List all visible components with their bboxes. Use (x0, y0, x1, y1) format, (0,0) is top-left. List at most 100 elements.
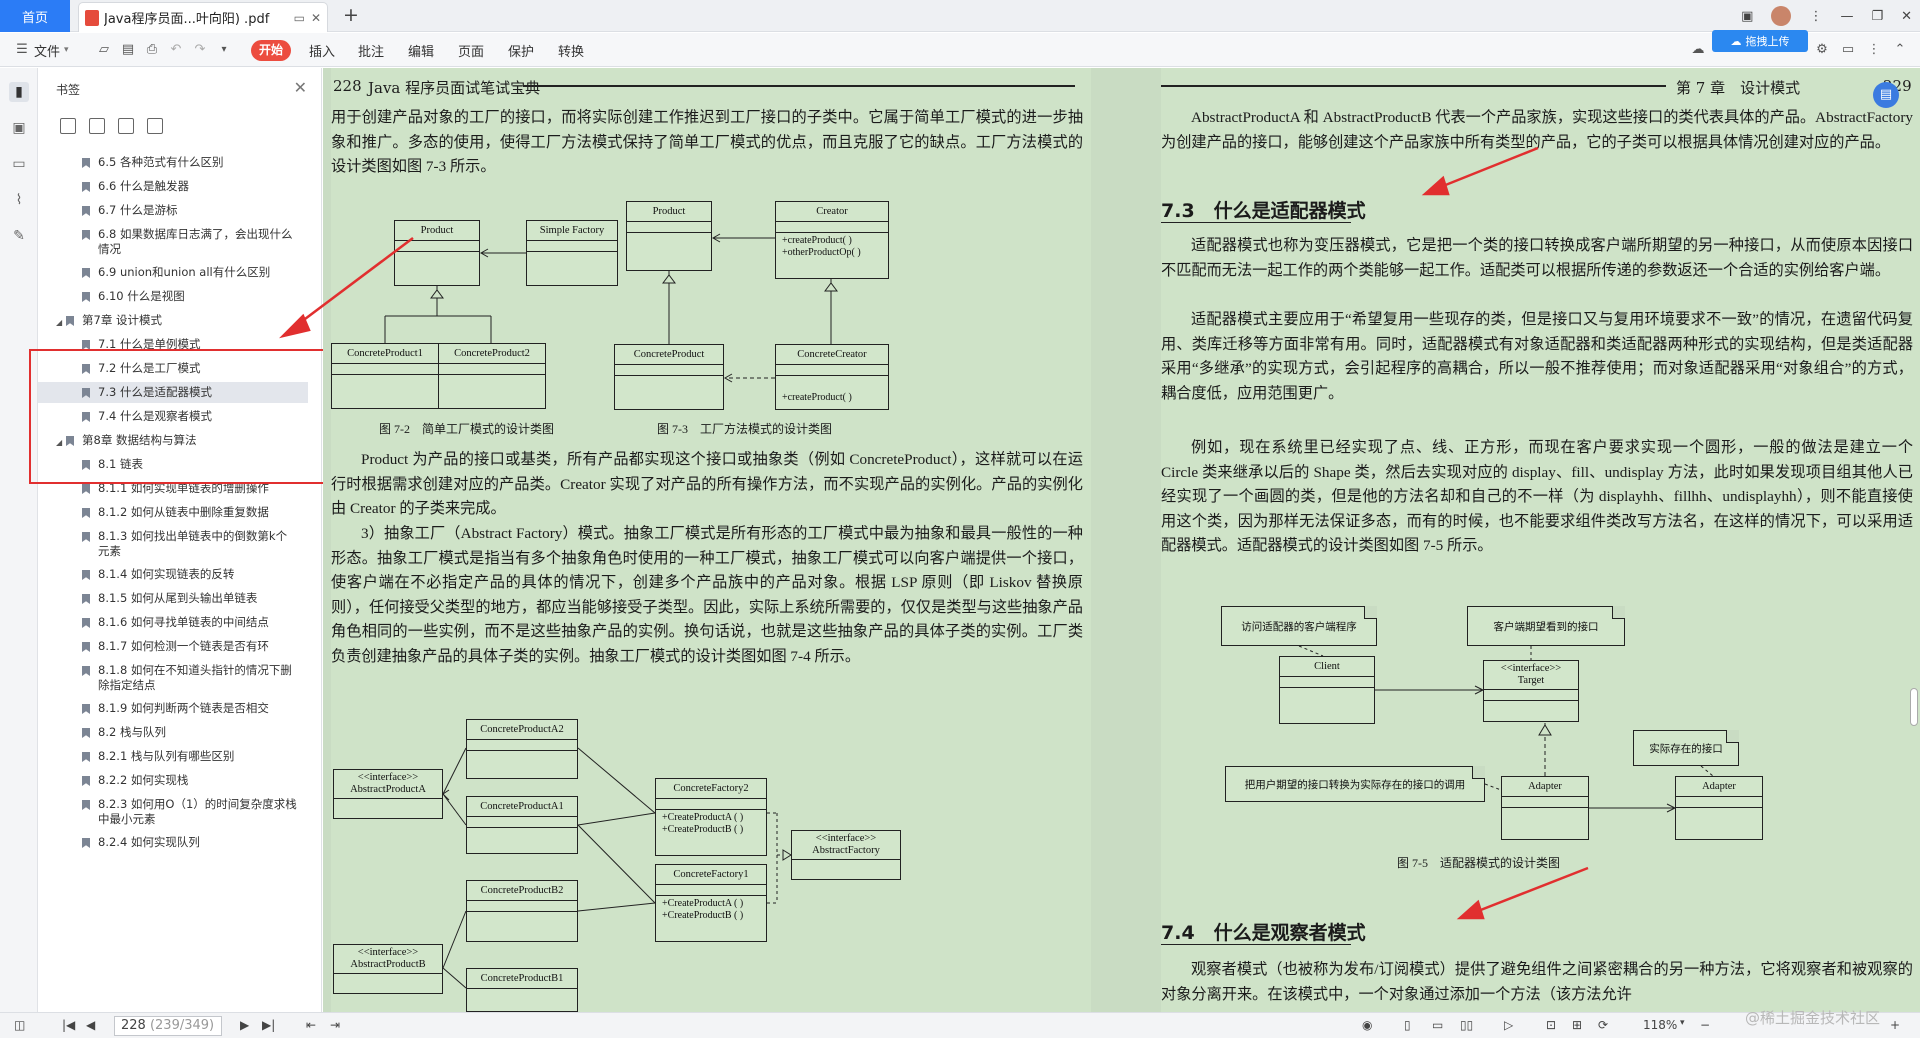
tab-annotate[interactable]: 批注 (358, 33, 384, 67)
undo-icon[interactable]: ↶ (168, 42, 184, 58)
bookmark-item[interactable]: 8.1.6 如何寻找单链表的中间结点 (38, 612, 308, 633)
tab-insert[interactable]: 插入 (309, 33, 335, 67)
print-icon[interactable]: ⎙ (144, 42, 160, 58)
floating-tool-icon[interactable]: ▤ (1873, 82, 1899, 108)
tab-convert[interactable]: 转换 (558, 33, 584, 67)
zoom-level[interactable]: 118% (1643, 1018, 1677, 1032)
zoom-out-icon[interactable]: − (1700, 1018, 1710, 1032)
bookmark-item[interactable]: 8.1.2 如何从链表中删除重复数据 (38, 502, 308, 523)
back-icon[interactable]: ⇤ (306, 1018, 316, 1032)
eye-icon[interactable]: ◉ (1362, 1018, 1372, 1032)
new-tab-button[interactable]: + (338, 3, 364, 29)
comment-icon[interactable]: ▭ (9, 154, 29, 174)
panel-close-icon[interactable]: ✕ (294, 78, 307, 97)
tab-bar: 首页 Java程序员面...叶向阳) .pdf ▭ ✕ + ▣ ⋮ — ❐ ✕ (0, 0, 1920, 32)
bookmark-item[interactable]: 8.2.4 如何实现队列 (38, 832, 308, 853)
comment-icon[interactable]: ▭ (1840, 42, 1856, 58)
single-page-icon[interactable]: ▯ (1404, 1018, 1411, 1032)
bookmark-flag-icon (82, 666, 90, 676)
bookmark-label: 8.1.2 如何从链表中删除重复数据 (98, 505, 269, 519)
continuous-icon[interactable]: ▭ (1432, 1018, 1443, 1032)
customize-icon[interactable]: ▾ (216, 42, 232, 58)
bookmark-item[interactable]: 6.7 什么是游标 (38, 200, 308, 221)
first-page-icon[interactable]: |◀ (62, 1018, 75, 1032)
bookmark-flag-icon (82, 618, 90, 628)
bookmark-flag-icon (82, 704, 90, 714)
bookmark-flag-icon (82, 642, 90, 652)
signature-icon[interactable]: ✎ (9, 226, 29, 246)
tab-start[interactable]: 开始 (251, 40, 291, 61)
layout-icon[interactable]: ▣ (1741, 9, 1753, 24)
page-total: (239/349) (149, 1018, 215, 1033)
bookmark-item[interactable]: 8.1.8 如何在不知道头指针的情况下删除指定结点 (38, 660, 308, 696)
page-input[interactable]: 228 (239/349) (114, 1016, 222, 1036)
tab-home[interactable]: 首页 (0, 0, 70, 32)
rotate-icon[interactable]: ⟳ (1598, 1018, 1608, 1032)
open-folder-icon[interactable]: ▱ (96, 42, 112, 58)
bookmark-flag-icon (66, 316, 74, 326)
bookmark-item[interactable]: 8.2 栈与队列 (38, 722, 308, 743)
bookmark-item[interactable]: 6.9 union和union all有什么区别 (38, 262, 308, 283)
tab-document-title: Java程序员面...叶向阳) .pdf (104, 12, 270, 27)
bookmark-item[interactable]: 6.5 各种范式有什么区别 (38, 152, 308, 173)
more-icon[interactable]: ⋮ (1809, 9, 1822, 24)
last-page-icon[interactable]: ▶| (262, 1018, 275, 1032)
redo-icon[interactable]: ↷ (192, 42, 208, 58)
prev-page-icon[interactable]: ◀ (86, 1018, 95, 1032)
bookmark-item[interactable]: 8.1.9 如何判断两个链表是否相交 (38, 698, 308, 719)
collapse-icon[interactable]: ⌃ (1892, 42, 1908, 58)
upload-button[interactable]: ☁ 拖拽上传 (1712, 30, 1808, 52)
bookmark-item[interactable]: 6.10 什么是视图 (38, 286, 308, 307)
file-menu[interactable]: 文件 ▾ (34, 33, 69, 67)
zoom-dropdown-icon[interactable]: ▾ (1680, 1018, 1685, 1028)
tab-page[interactable]: 页面 (458, 33, 484, 67)
thumbnail-icon[interactable]: ▣ (9, 118, 29, 138)
bookmark-item[interactable]: 8.1.5 如何从尾到头输出单链表 (38, 588, 308, 609)
bookmark-flag-icon (82, 728, 90, 738)
more-options-icon[interactable]: ⋮ (1866, 42, 1882, 58)
bookmark-label: 6.8 如果数据库日志满了，会出现什么情况 (98, 227, 293, 256)
close-icon[interactable]: ✕ (1901, 9, 1912, 24)
tab-close-icon[interactable]: ✕ (311, 11, 321, 25)
save-icon[interactable]: ▤ (120, 42, 136, 58)
tab-protect[interactable]: 保护 (508, 33, 534, 67)
bookmark-item[interactable]: 6.8 如果数据库日志满了，会出现什么情况 (38, 224, 308, 260)
dual-page-icon[interactable]: ▯▯ (1460, 1018, 1473, 1032)
next-page-icon[interactable]: ▶ (240, 1018, 249, 1032)
minimize-icon[interactable]: — (1840, 9, 1853, 24)
add-bookmark-icon[interactable] (118, 118, 134, 134)
bookmark-item[interactable]: 8.1.3 如何找出单链表中的倒数第k个元素 (38, 526, 308, 562)
bookmark-label: 8.1.6 如何寻找单链表的中间结点 (98, 615, 269, 629)
sidebar-toggle-icon[interactable]: ◫ (14, 1018, 25, 1032)
forward-icon[interactable]: ⇥ (330, 1018, 340, 1032)
bookmark-item[interactable]: 8.1.4 如何实现链表的反转 (38, 564, 308, 585)
status-bar: ◫ |◀ ◀ 228 (239/349) ▶ ▶| ⇤ ⇥ ◉ ▯ ▭ ▯▯ ▷… (0, 1012, 1920, 1038)
menu-icon[interactable]: ☰ (14, 42, 30, 58)
expand-all-icon[interactable] (60, 118, 76, 134)
bookmark-icon[interactable]: ▮ (9, 82, 29, 102)
bookmark-item[interactable]: 6.6 什么是触发器 (38, 176, 308, 197)
expand-triangle-icon[interactable]: ◢ (56, 315, 66, 330)
settings-icon[interactable]: ⚙ (1814, 42, 1830, 58)
bookmark-chapter[interactable]: ◢ 第7章 设计模式 (38, 310, 308, 333)
tab-pin-icon[interactable]: ▭ (294, 11, 305, 25)
play-icon[interactable]: ▷ (1504, 1018, 1513, 1032)
avatar[interactable] (1771, 6, 1792, 26)
fit-page-icon[interactable]: ⊡ (1546, 1018, 1556, 1032)
bookmark-item[interactable]: 8.2.2 如何实现栈 (38, 770, 308, 791)
restore-icon[interactable]: ❐ (1871, 9, 1883, 24)
collapse-all-icon[interactable] (89, 118, 105, 134)
bookmark-item[interactable]: 8.2.1 栈与队列有哪些区别 (38, 746, 308, 767)
attachment-icon[interactable]: ⌇ (9, 190, 29, 210)
tab-document[interactable]: Java程序员面...叶向阳) .pdf ▭ ✕ (78, 2, 328, 32)
cloud-icon[interactable]: ☁ (1690, 42, 1706, 58)
bookmark-label: 6.6 什么是触发器 (98, 179, 189, 193)
bookmark-item[interactable]: 8.1.7 如何检测一个链表是否有环 (38, 636, 308, 657)
bookmark-outline-icon[interactable] (147, 118, 163, 134)
viewer-scrollbar[interactable] (1910, 688, 1918, 726)
tab-edit[interactable]: 编辑 (408, 33, 434, 67)
fit-width-icon[interactable]: ⊞ (1572, 1018, 1582, 1032)
bookmark-label: 8.1.3 如何找出单链表中的倒数第k个元素 (98, 529, 288, 558)
zoom-in-icon[interactable]: + (1890, 1018, 1900, 1032)
bookmark-item[interactable]: 8.2.3 如何用O（1）的时间复杂度求栈中最小元素 (38, 794, 308, 830)
